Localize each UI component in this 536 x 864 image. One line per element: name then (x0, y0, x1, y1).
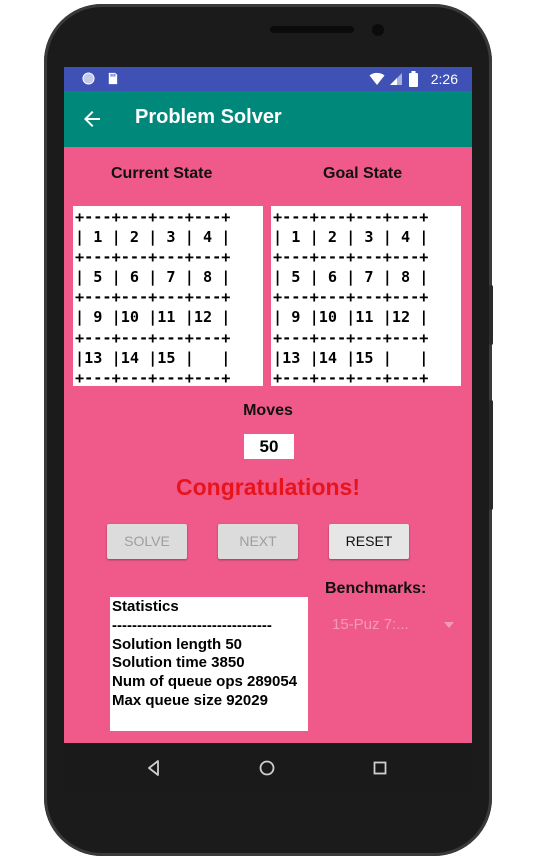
speaker-grille (270, 26, 354, 33)
stat-queue-ops: Num of queue ops 289054 (112, 673, 298, 691)
front-camera (372, 24, 384, 36)
stat-max-queue-size: Max queue size 92029 (112, 691, 268, 709)
goal-state-text: +---+---+---+---+ | 1 | 2 | 3 | 4 | +---… (273, 208, 429, 387)
reset-button[interactable]: RESET (329, 524, 409, 559)
back-triangle-icon[interactable] (144, 758, 164, 778)
statistics-divider: -------------------------------- (112, 616, 272, 634)
goal-state-label: Goal State (323, 165, 403, 182)
dropdown-arrow-icon (444, 622, 454, 628)
moves-count: 50 (244, 434, 294, 459)
navigation-bar (64, 743, 472, 793)
sd-card-icon (108, 72, 118, 85)
current-state-text: +---+---+---+---+ | 1 | 2 | 3 | 4 | +---… (75, 208, 231, 387)
statistics-title: Statistics (112, 598, 179, 615)
statistics-panel: Statistics -----------------------------… (110, 597, 308, 731)
benchmarks-label: Benchmarks: (325, 580, 427, 597)
success-message: Congratulations! (176, 474, 360, 500)
wifi-icon (369, 72, 385, 85)
circle-notification-icon (82, 72, 95, 85)
battery-icon (409, 71, 418, 87)
benchmarks-selected: 15-Puz 7:... (332, 616, 409, 633)
current-state-grid: +---+---+---+---+ | 1 | 2 | 3 | 4 | +---… (73, 206, 263, 387)
app-title: Problem Solver (135, 106, 282, 128)
solve-button[interactable]: SOLVE (107, 524, 187, 559)
recents-square-icon[interactable] (370, 758, 390, 778)
power-button (489, 285, 493, 345)
screen: 2:26 Problem Solver Current State Goal S… (64, 67, 472, 767)
moves-label: Moves (243, 402, 293, 419)
status-bar: 2:26 (64, 67, 472, 91)
stat-solution-time: Solution time 3850 (112, 654, 245, 672)
next-button[interactable]: NEXT (218, 524, 298, 559)
volume-button (489, 400, 493, 510)
app-bar: Problem Solver (64, 91, 472, 147)
arrow-back-icon[interactable] (80, 107, 104, 131)
home-circle-icon[interactable] (257, 758, 277, 778)
cell-signal-icon (390, 73, 402, 85)
status-time: 2:26 (430, 71, 458, 87)
goal-state-grid: +---+---+---+---+ | 1 | 2 | 3 | 4 | +---… (271, 206, 461, 387)
benchmarks-dropdown[interactable]: 15-Puz 7:... (332, 614, 458, 638)
current-state-label: Current State (111, 165, 213, 182)
stat-solution-length: Solution length 50 (112, 635, 242, 653)
